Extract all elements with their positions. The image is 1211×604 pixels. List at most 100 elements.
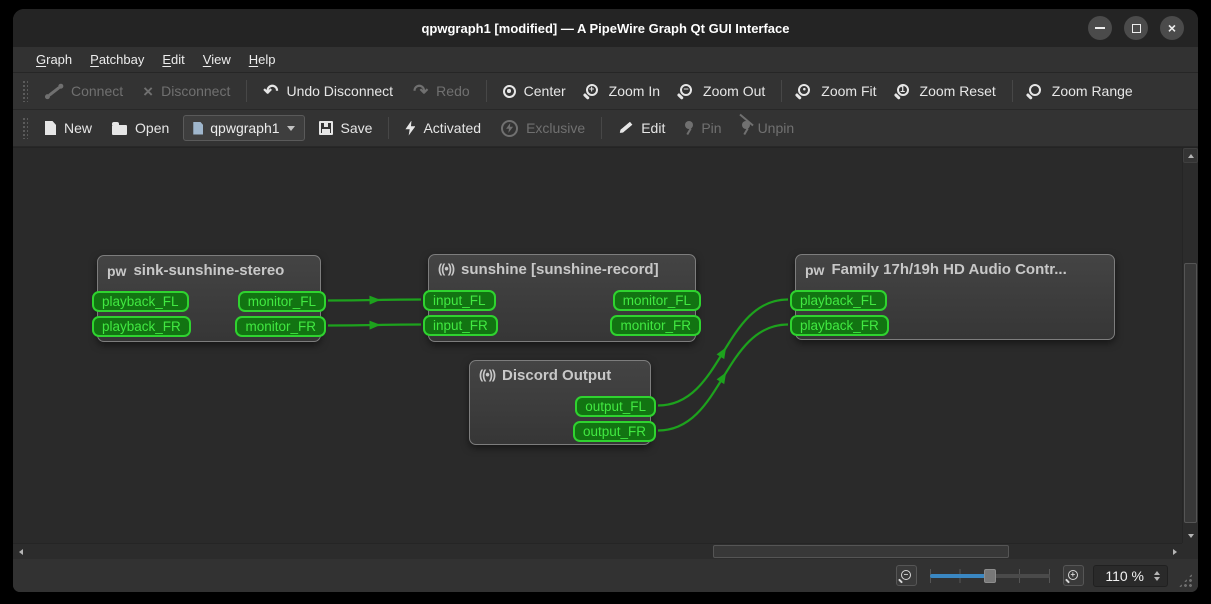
redo-label: Redo xyxy=(436,83,470,99)
statusbar-zoom-in-button[interactable]: + xyxy=(1063,565,1085,586)
unpin-button[interactable]: Unpin xyxy=(732,115,805,141)
disconnect-button[interactable]: × Disconnect xyxy=(133,78,240,105)
statusbar-zoom-out-button[interactable]: − xyxy=(896,565,918,586)
close-button[interactable]: × xyxy=(1160,16,1184,40)
connect-icon xyxy=(47,85,61,97)
zoom-fit-label: Zoom Fit xyxy=(821,83,877,99)
port-playback_FL[interactable]: playback_FL xyxy=(92,291,189,312)
horizontal-scroll-thumb[interactable] xyxy=(713,545,1009,558)
redo-button[interactable]: ↷ Redo xyxy=(403,77,480,105)
port-input_FL[interactable]: input_FL xyxy=(423,290,496,311)
port-monitor_FR[interactable]: monitor_FR xyxy=(610,315,701,336)
port-output_FR[interactable]: output_FR xyxy=(572,421,656,442)
arrow-left-icon xyxy=(18,548,23,555)
horizontal-scrollbar[interactable] xyxy=(13,543,1182,559)
node-title: Family 17h/19h HD Audio Contr... xyxy=(831,261,1067,278)
toolbar-drag-handle[interactable] xyxy=(22,80,28,102)
menu-help[interactable]: Help xyxy=(240,49,285,70)
slider-handle[interactable] xyxy=(984,568,997,583)
vertical-scrollbar[interactable] xyxy=(1182,148,1198,543)
scroll-right-button[interactable] xyxy=(1167,544,1182,559)
menu-patchbay-mnemonic: P xyxy=(90,52,99,67)
menu-view-rest: iew xyxy=(211,52,231,67)
save-button[interactable]: Save xyxy=(309,115,383,141)
toolbar-separator xyxy=(485,80,487,102)
port-playback_FR[interactable]: playback_FR xyxy=(92,316,191,337)
graph-node-sink-sunshine-stereo[interactable]: pw sink-sunshine-stereo playback_FL playbac… xyxy=(92,255,326,342)
link-arrow-icon xyxy=(369,320,381,330)
edit-toggle[interactable]: Edit xyxy=(608,115,675,141)
zoom-fit-button[interactable]: • Zoom Fit xyxy=(788,78,886,104)
center-button[interactable]: Center xyxy=(493,78,576,104)
vertical-scroll-thumb[interactable] xyxy=(1184,263,1197,523)
scroll-left-button[interactable] xyxy=(13,544,28,559)
open-button[interactable]: Open xyxy=(102,115,179,141)
menu-graph[interactable]: Graph xyxy=(27,49,81,70)
exclusive-label: Exclusive xyxy=(526,120,586,136)
scroll-down-button[interactable] xyxy=(1183,528,1198,543)
port-monitor_FL[interactable]: monitor_FL xyxy=(612,290,701,311)
port-input_FR[interactable]: input_FR xyxy=(423,315,498,336)
graph-canvas[interactable]: pw sink-sunshine-stereo playback_FL playbac… xyxy=(14,149,1181,542)
graph-node-family-hd-audio[interactable]: pw Family 17h/19h HD Audio Contr... playba… xyxy=(790,254,1115,340)
titlebar[interactable]: qpwgraph1 [modified] — A PipeWire Graph … xyxy=(13,9,1198,47)
magnifier-fit-icon: • xyxy=(798,83,811,96)
redo-icon: ↷ xyxy=(413,81,429,101)
zoom-out-button[interactable]: − Zoom Out xyxy=(670,78,775,104)
spin-up-button[interactable] xyxy=(1154,570,1160,575)
connect-button[interactable]: Connect xyxy=(35,78,133,104)
open-label: Open xyxy=(135,120,170,136)
unpin-label: Unpin xyxy=(757,120,795,136)
exclusive-toggle[interactable]: Exclusive xyxy=(491,115,595,142)
port-monitor_FR[interactable]: monitor_FR xyxy=(235,316,326,337)
node-title: Discord Output xyxy=(502,367,612,384)
menu-edit[interactable]: Edit xyxy=(153,49,193,70)
toolbar-separator xyxy=(246,80,248,102)
zoom-slider[interactable] xyxy=(930,567,1051,585)
menu-edit-rest: dit xyxy=(171,52,185,67)
menu-patchbay[interactable]: Patchbay xyxy=(81,49,153,70)
patchbay-select[interactable]: qpwgraph1 xyxy=(183,115,305,141)
activated-toggle[interactable]: Activated xyxy=(395,115,491,141)
port-monitor_FL[interactable]: monitor_FL xyxy=(237,291,326,312)
new-file-icon xyxy=(45,121,56,135)
new-button[interactable]: New xyxy=(35,115,102,141)
menu-graph-mnemonic: G xyxy=(36,52,47,67)
unpin-icon xyxy=(741,121,750,129)
zoom-percent-value: 110 % xyxy=(1105,567,1144,584)
spin-down-button[interactable] xyxy=(1154,576,1160,581)
zoom-percent-spinbox[interactable]: 110 % xyxy=(1093,564,1168,587)
toolbar-separator xyxy=(601,117,603,139)
toolbar-separator xyxy=(388,117,390,139)
port-playback_FR[interactable]: playback_FR xyxy=(790,315,889,336)
patchbay-select-value: qpwgraph1 xyxy=(210,120,280,136)
toolbar-drag-handle[interactable] xyxy=(22,117,28,139)
circled-bolt-icon xyxy=(501,119,519,137)
pin-label: Pin xyxy=(701,120,722,136)
zoom-in-label: Zoom In xyxy=(608,83,661,99)
undo-disconnect-button[interactable]: ↶ Undo Disconnect xyxy=(253,77,403,105)
maximize-button[interactable] xyxy=(1124,16,1148,40)
port-playback_FL[interactable]: playback_FL xyxy=(790,290,887,311)
audio-device-icon: ((•)) xyxy=(438,262,455,277)
minimize-button[interactable] xyxy=(1088,16,1112,40)
undo-icon: ↶ xyxy=(263,81,279,101)
menu-view-mnemonic: V xyxy=(202,52,212,67)
center-label: Center xyxy=(523,83,566,99)
window-controls: × xyxy=(1088,16,1184,40)
zoom-in-button[interactable]: + Zoom In xyxy=(576,78,670,104)
magnifier-plus-icon: + xyxy=(585,83,598,96)
scroll-up-button[interactable] xyxy=(1183,148,1198,163)
pin-button[interactable]: Pin xyxy=(675,115,731,141)
link-arrow-icon xyxy=(716,347,727,360)
zoom-range-button[interactable]: Zoom Range xyxy=(1019,78,1143,104)
menu-graph-rest: raph xyxy=(46,52,73,67)
disconnect-label: Disconnect xyxy=(161,83,231,99)
port-output_FL[interactable]: output_FL xyxy=(575,396,656,417)
graph-node-sunshine[interactable]: ((•)) sunshine [sunshine-record] input_FL i… xyxy=(423,254,701,342)
resize-grip-icon[interactable] xyxy=(1178,573,1193,588)
zoom-reset-button[interactable]: 1 Zoom Reset xyxy=(887,78,1006,104)
menu-view[interactable]: View xyxy=(194,49,240,70)
graph-node-discord-output[interactable]: ((•)) Discord Output output_FL output_FR xyxy=(469,360,656,445)
link-arrow-icon xyxy=(716,372,727,385)
